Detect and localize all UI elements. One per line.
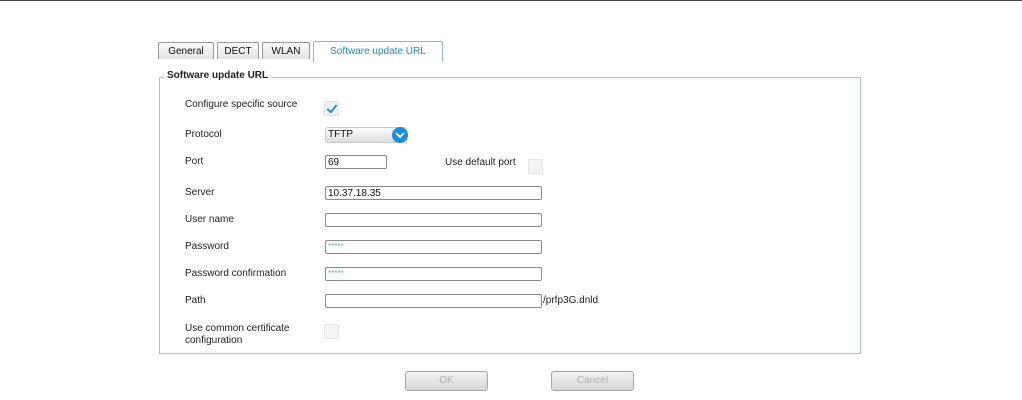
configure-specific-source-checkbox[interactable] xyxy=(324,101,339,116)
tab-general[interactable]: General xyxy=(158,42,214,59)
server-input[interactable] xyxy=(325,186,542,200)
protocol-select[interactable]: TFTP xyxy=(325,127,408,143)
use-common-certificate-label-line2: configuration xyxy=(185,335,243,346)
path-suffix: /prfp3G.dnld xyxy=(543,295,599,306)
use-common-certificate-label: Use common certificate xyxy=(185,323,290,334)
configure-specific-source-label: Configure specific source xyxy=(185,99,298,110)
top-divider xyxy=(0,0,1022,1)
user-name-label: User name xyxy=(185,214,234,225)
use-default-port-checkbox[interactable] xyxy=(528,159,543,174)
password-confirmation-input[interactable]: ***** xyxy=(325,267,542,281)
user-name-input[interactable] xyxy=(325,213,542,227)
tab-dect[interactable]: DECT xyxy=(217,42,259,59)
section-title: Software update URL xyxy=(164,70,272,81)
password-input[interactable]: ***** xyxy=(325,240,542,254)
tab-wlan[interactable]: WLAN xyxy=(262,42,310,59)
cancel-button[interactable]: Cancel xyxy=(551,371,634,391)
tab-software-update-url[interactable]: Software update URL xyxy=(313,41,443,62)
ok-button[interactable]: OK xyxy=(405,371,488,391)
port-input[interactable] xyxy=(325,155,387,169)
path-label: Path xyxy=(185,295,206,306)
use-default-port-label: Use default port xyxy=(445,157,516,168)
use-common-certificate-checkbox[interactable] xyxy=(324,324,339,339)
chevron-down-icon xyxy=(392,127,408,143)
path-input[interactable] xyxy=(325,294,542,308)
password-confirmation-label: Password confirmation xyxy=(185,268,287,279)
port-label: Port xyxy=(185,156,204,167)
checkmark-icon xyxy=(327,104,337,114)
password-label: Password xyxy=(185,241,229,252)
protocol-value: TFTP xyxy=(328,129,353,140)
protocol-label: Protocol xyxy=(185,129,222,140)
server-label: Server xyxy=(185,187,215,198)
